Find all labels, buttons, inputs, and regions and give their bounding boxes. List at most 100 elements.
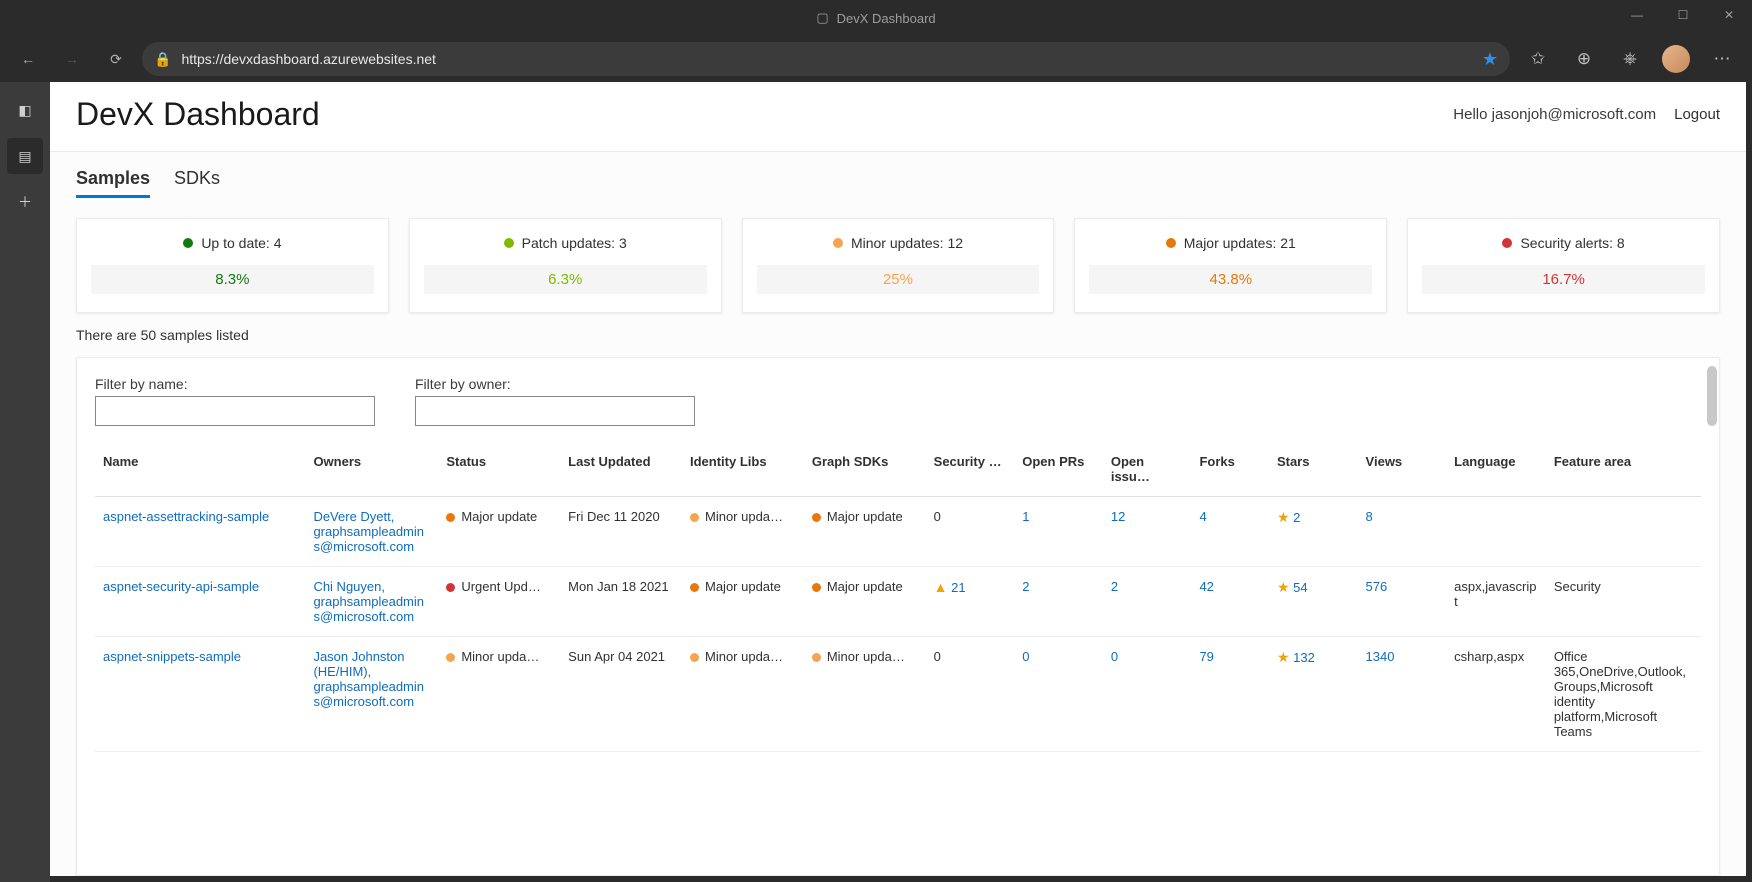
url-text: https://devxdashboard.azurewebsites.net [181, 51, 1471, 67]
card-patch-updates[interactable]: Patch updates: 3 6.3% [409, 218, 722, 313]
card-minor-updates[interactable]: Minor updates: 12 25% [742, 218, 1055, 313]
stars-cell[interactable]: ★ 2 [1269, 497, 1358, 567]
sample-name-link[interactable]: aspnet-assettracking-sample [95, 497, 305, 567]
col-last-updated[interactable]: Last Updated [560, 442, 682, 497]
status-text: Minor upda… [705, 649, 783, 664]
col-graph-sdks[interactable]: Graph SDKs [804, 442, 926, 497]
logout-link[interactable]: Logout [1674, 106, 1720, 123]
card-label: Security alerts: 8 [1520, 235, 1624, 251]
forward-button[interactable]: → [54, 41, 90, 77]
back-button[interactable]: ← [10, 41, 46, 77]
forks-cell[interactable]: 79 [1191, 637, 1269, 752]
status-cell: Minor upda… [682, 637, 804, 752]
vertical-tabs-toggle-icon[interactable]: ◧ [7, 92, 43, 128]
owners-cell[interactable]: Jason Johnston (HE/HIM), graphsampleadmi… [305, 637, 438, 752]
more-menu-icon[interactable]: ⋯ [1702, 41, 1742, 77]
status-cell: Minor upda… [438, 637, 560, 752]
col-open-prs[interactable]: Open PRs [1014, 442, 1103, 497]
status-text: Major update [827, 509, 903, 524]
collections-icon[interactable]: ⊕ [1564, 41, 1604, 77]
browser-tab[interactable]: ▢ DevX Dashboard [816, 10, 935, 26]
table-scrollbar[interactable] [1707, 366, 1717, 867]
status-cell: Urgent Upd… [438, 567, 560, 637]
col-security[interactable]: Security … [926, 442, 1015, 497]
col-feature-area[interactable]: Feature area [1546, 442, 1701, 497]
status-dot-icon [183, 238, 193, 248]
open-issues-cell[interactable]: 12 [1103, 497, 1192, 567]
table-row: aspnet-assettracking-sampleDeVere Dyett,… [95, 497, 1701, 567]
last-updated-cell: Mon Jan 18 2021 [560, 567, 682, 637]
tab-sdks[interactable]: SDKs [174, 168, 220, 198]
forks-cell[interactable]: 4 [1191, 497, 1269, 567]
card-pct: 43.8% [1089, 265, 1372, 294]
sample-name-link[interactable]: aspnet-security-api-sample [95, 567, 305, 637]
samples-table: Name Owners Status Last Updated Identity… [95, 442, 1701, 752]
col-name[interactable]: Name [95, 442, 305, 497]
col-owners[interactable]: Owners [305, 442, 438, 497]
table-scroll-wrap[interactable]: Name Owners Status Last Updated Identity… [77, 442, 1719, 875]
col-stars[interactable]: Stars [1269, 442, 1358, 497]
stars-cell[interactable]: ★ 132 [1269, 637, 1358, 752]
views-cell[interactable]: 8 [1358, 497, 1447, 567]
filter-name-input[interactable] [95, 396, 375, 426]
owners-cell[interactable]: Chi Nguyen, graphsampleadmins@microsoft.… [305, 567, 438, 637]
views-cell[interactable]: 1340 [1358, 637, 1447, 752]
open-prs-cell[interactable]: 1 [1014, 497, 1103, 567]
owners-cell[interactable]: DeVere Dyett, graphsampleadmins@microsof… [305, 497, 438, 567]
open-issues-cell[interactable]: 2 [1103, 567, 1192, 637]
table-row: aspnet-snippets-sampleJason Johnston (HE… [95, 637, 1701, 752]
vertical-tab-current[interactable]: ▤ [7, 138, 43, 174]
card-pct: 6.3% [424, 265, 707, 294]
star-icon: ★ [1277, 579, 1290, 595]
status-cards-row: Up to date: 4 8.3% Patch updates: 3 6.3%… [76, 218, 1720, 313]
security-count: 0 [934, 649, 941, 664]
col-language[interactable]: Language [1446, 442, 1546, 497]
tab-samples[interactable]: Samples [76, 168, 150, 198]
window-close-button[interactable]: ✕ [1706, 0, 1752, 30]
status-dot-icon [504, 238, 514, 248]
page-title: DevX Dashboard [76, 96, 320, 133]
address-bar[interactable]: 🔒 https://devxdashboard.azurewebsites.ne… [142, 42, 1510, 76]
status-text: Minor upda… [461, 649, 539, 664]
new-tab-button[interactable]: ＋ [7, 184, 43, 220]
open-issues-cell[interactable]: 0 [1103, 637, 1192, 752]
profile-avatar[interactable] [1656, 41, 1696, 77]
open-prs-cell[interactable]: 2 [1014, 567, 1103, 637]
views-cell[interactable]: 576 [1358, 567, 1447, 637]
security-count: 21 [951, 580, 965, 595]
filter-by-name: Filter by name: [95, 376, 375, 426]
status-text: Major update [827, 579, 903, 594]
stars-cell[interactable]: ★ 54 [1269, 567, 1358, 637]
col-forks[interactable]: Forks [1191, 442, 1269, 497]
card-major-updates[interactable]: Major updates: 21 43.8% [1074, 218, 1387, 313]
filter-owner-input[interactable] [415, 396, 695, 426]
extensions-icon[interactable]: ⎈ [1610, 41, 1650, 77]
status-text: Minor upda… [827, 649, 905, 664]
card-pct: 25% [757, 265, 1040, 294]
status-dot-icon [812, 583, 821, 592]
card-security-alerts[interactable]: Security alerts: 8 16.7% [1407, 218, 1720, 313]
card-label: Up to date: 4 [201, 235, 281, 251]
card-pct: 8.3% [91, 265, 374, 294]
security-cell[interactable]: ▲ 21 [926, 567, 1015, 637]
sample-name-link[interactable]: aspnet-snippets-sample [95, 637, 305, 752]
security-cell: 0 [926, 497, 1015, 567]
col-views[interactable]: Views [1358, 442, 1447, 497]
status-dot-icon [833, 238, 843, 248]
star-icon: ★ [1277, 509, 1290, 525]
status-text: Major update [461, 509, 537, 524]
samples-table-card: Filter by name: Filter by owner: [76, 357, 1720, 876]
open-prs-cell[interactable]: 0 [1014, 637, 1103, 752]
feature-area-cell: Office 365,OneDrive,Outlook,Groups,Micro… [1546, 637, 1701, 752]
card-up-to-date[interactable]: Up to date: 4 8.3% [76, 218, 389, 313]
col-identity-libs[interactable]: Identity Libs [682, 442, 804, 497]
col-open-issues[interactable]: Open issu… [1103, 442, 1192, 497]
favorite-star-icon[interactable]: ★ [1482, 49, 1498, 70]
window-minimize-button[interactable]: — [1614, 0, 1660, 30]
forks-cell[interactable]: 42 [1191, 567, 1269, 637]
scrollbar-thumb[interactable] [1707, 366, 1717, 426]
col-status[interactable]: Status [438, 442, 560, 497]
favorites-icon[interactable]: ✩ [1518, 41, 1558, 77]
window-maximize-button[interactable]: ☐ [1660, 0, 1706, 30]
refresh-button[interactable]: ⟳ [98, 41, 134, 77]
